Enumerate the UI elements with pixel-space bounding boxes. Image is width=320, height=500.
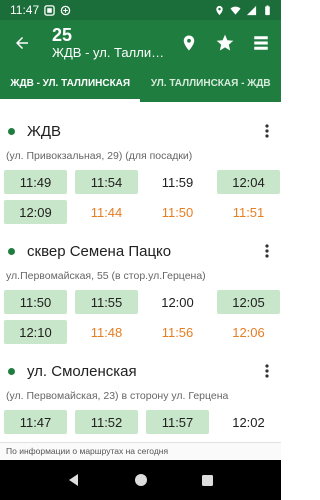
status-bar: 11:47 [0,0,281,20]
square-recents-icon [202,474,213,486]
circle-home-icon [134,474,147,486]
departure-time: 11:50 [4,290,67,314]
stop-name: сквер Семена Пацко [27,242,172,260]
departure-time: 11:48 [90,324,123,340]
route-name: ЖДВ - ул. Таллинская [52,44,167,60]
signal-icon [246,5,257,16]
stop-item[interactable]: сквер Семена Пацко ул.Первомайская, 55 (… [0,236,281,344]
location-icon [214,5,225,16]
timetable-icon [254,35,268,50]
stop-address: ул.Первомайская, 55 (в стор.ул.Герцена) [6,270,206,282]
stop-dot-icon [8,127,15,135]
data-saver-icon [60,5,71,16]
nav-recents-button[interactable] [196,468,220,492]
stop-address: (ул. Первомайская, 23) в сторону ул. Гер… [6,390,229,402]
tab-forward[interactable]: ЖДВ - УЛ. ТАЛЛИНСКАЯ [0,65,141,102]
departure-time: 12:02 [232,414,265,430]
system-nav-bar [0,460,281,500]
more-vert-icon [265,364,269,378]
star-icon [216,34,234,50]
nav-home-button[interactable] [129,468,153,492]
wifi-icon [230,5,241,16]
departure-time: 12:09 [4,200,67,224]
departure-time: 12:06 [232,324,265,340]
departure-time: 11:57 [146,410,209,434]
stop-dot-icon [8,247,15,255]
app-bar: 25 ЖДВ - ул. Таллинская [0,20,281,65]
more-options-button[interactable] [257,239,277,263]
departure-time: 11:52 [75,410,138,434]
stops-list[interactable]: ЖДВ (ул. Привокзальная, 29) (для посадки… [0,102,281,442]
stop-item[interactable]: ул. Смоленская (ул. Первомайская, 23) в … [0,356,281,434]
departure-time: 11:49 [4,170,67,194]
departure-time: 11:54 [75,170,138,194]
back-button[interactable] [10,31,34,55]
map-pin-icon [183,35,195,50]
stop-dot-icon [8,367,15,375]
departure-time: 12:05 [217,290,280,314]
departure-time: 11:55 [75,290,138,314]
departure-time: 12:00 [161,294,194,310]
departure-time: 11:44 [90,204,123,220]
nav-back-button[interactable] [62,468,86,492]
departure-time: 11:50 [161,204,194,220]
departure-time: 11:59 [161,174,194,190]
tab-backward[interactable]: УЛ. ТАЛЛИНСКАЯ - ЖДВ [141,65,282,102]
times-grid: 11:47 11:52 11:57 12:02 [4,406,277,434]
stop-item[interactable]: ЖДВ (ул. Привокзальная, 29) (для посадки… [0,116,281,224]
departure-time: 12:10 [4,320,67,344]
notification-icon [44,4,55,16]
more-options-button[interactable] [257,119,277,143]
route-number: 25 [52,24,73,45]
triangle-back-icon [68,474,78,486]
departure-time: 11:56 [161,324,194,340]
times-grid: 11:49 11:54 11:59 12:04 12:09 11:44 11:50 11:51 [4,166,280,224]
stop-address: (ул. Привокзальная, 29) (для посадки) [6,150,193,162]
stop-name: ул. Смоленская [27,362,137,380]
departure-time: 11:51 [232,204,265,220]
favorite-button[interactable] [211,29,239,57]
battery-icon [262,4,273,16]
arrow-left-icon [16,36,28,49]
departure-time: 11:47 [4,410,67,434]
times-grid: 11:50 11:55 12:00 12:05 12:10 11:48 11:56 12:06 [4,286,280,344]
stop-name: ЖДВ [27,122,62,140]
map-button[interactable] [175,29,203,57]
departure-time: 12:04 [217,170,280,194]
direction-tabs: ЖДВ - УЛ. ТАЛЛИНСКАЯ УЛ. ТАЛЛИНСКАЯ - ЖД… [0,65,281,102]
more-vert-icon [265,244,269,258]
footer-info: По информации о маршрутах на сегодня [0,442,281,460]
status-time: 11:47 [10,3,40,17]
more-vert-icon [265,124,269,138]
more-options-button[interactable] [257,359,277,383]
schedule-button[interactable] [247,29,275,57]
